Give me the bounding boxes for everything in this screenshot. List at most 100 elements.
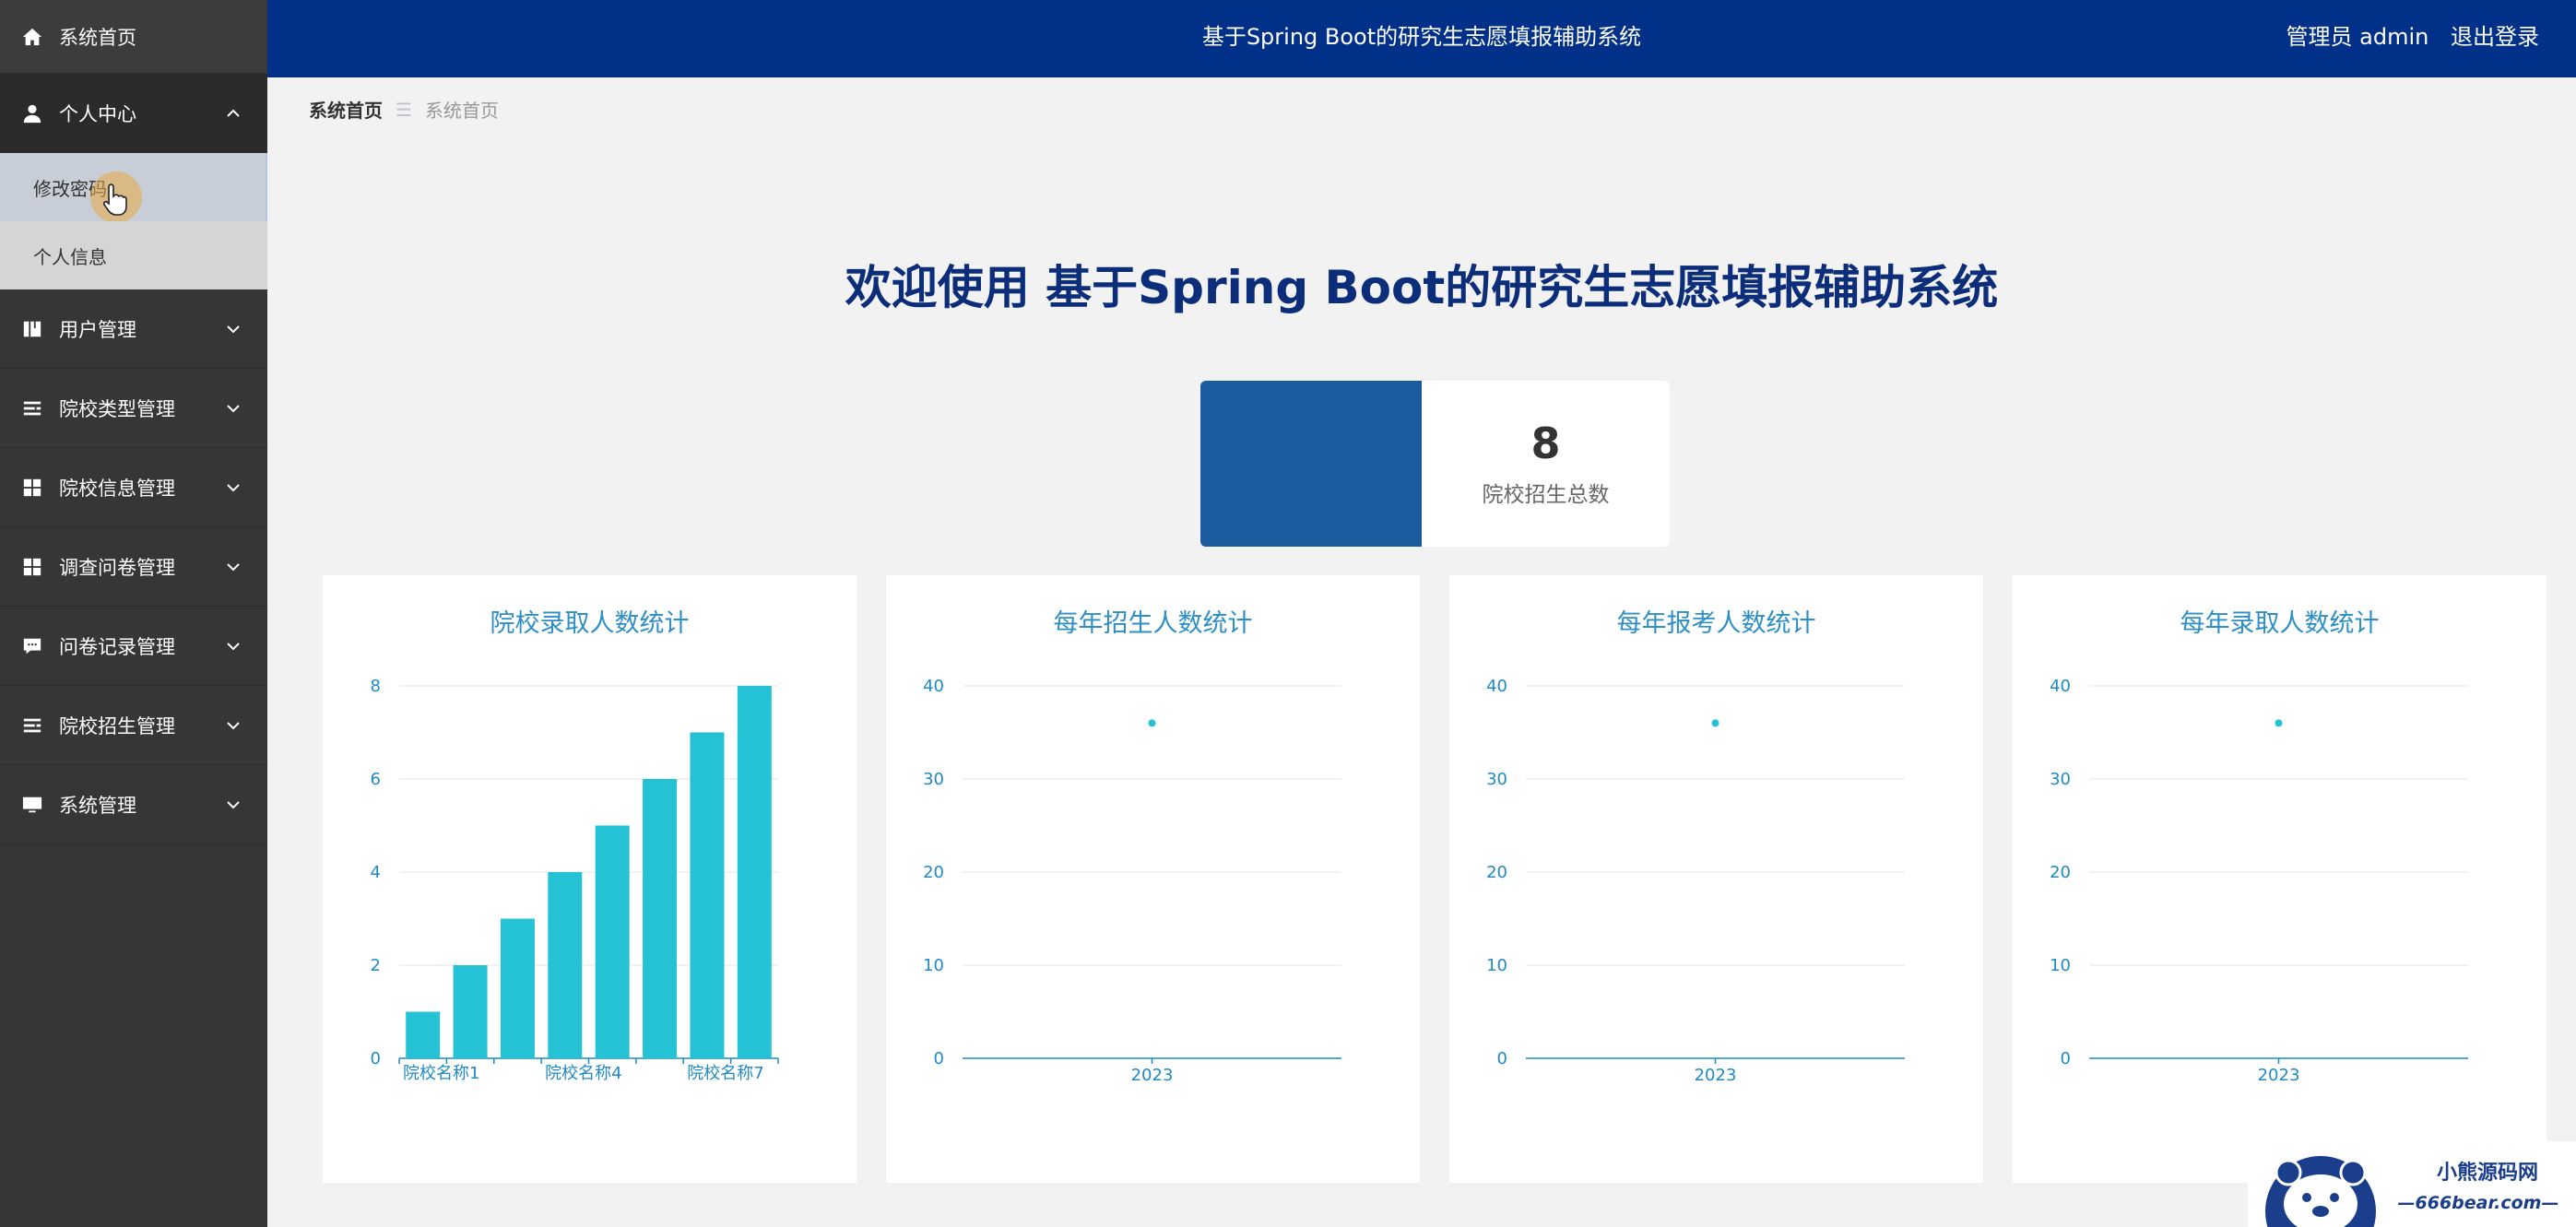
sidebar-item-admission-management[interactable]: 院校招生管理 [0, 686, 267, 765]
data-point [1711, 719, 1719, 727]
sidebar-item-system-management[interactable]: 系统管理 [0, 765, 267, 844]
welcome-heading: 欢迎使用 基于Spring Boot的研究生志愿填报辅助系统 [845, 261, 1999, 314]
watermark: 小熊源码网 —666bear.com— [2248, 1141, 2576, 1227]
chart-card-yearly-enrollment: 每年招生人数统计 0 10 20 30 40 2023 [886, 575, 1420, 1183]
chart-plot-0: 0 2 4 6 8 院校名称1 院校名称4 院校名称7 [371, 677, 779, 1083]
sidebar-item-label: 系统管理 [59, 794, 136, 817]
x-tick-label: 2023 [1131, 1066, 1174, 1085]
x-tick-label: 2023 [1695, 1066, 1737, 1085]
bar [500, 918, 535, 1058]
x-tick-label: 2023 [2258, 1066, 2300, 1085]
y-tick-label: 40 [923, 677, 944, 696]
stat-color-block [1200, 381, 1422, 547]
list-icon [23, 401, 41, 415]
sidebar-item-label: 系统首页 [59, 26, 136, 49]
list-icon [23, 718, 41, 732]
user-icon [23, 104, 41, 123]
chevron-down-icon [227, 642, 240, 650]
sidebar-item-label: 院校信息管理 [59, 477, 175, 500]
y-tick-label: 4 [371, 863, 381, 882]
stat-body: 8 院校招生总数 [1422, 381, 1670, 547]
chart-plot-3: 0 10 20 30 40 2023 [2050, 677, 2468, 1085]
hand-cursor-icon [103, 183, 127, 216]
x-tick-label: 院校名称7 [687, 1064, 763, 1083]
chevron-down-icon [227, 483, 240, 491]
y-tick-label: 10 [1486, 956, 1507, 975]
sidebar-item-school-info-management[interactable]: 院校信息管理 [0, 448, 267, 527]
breadcrumb: 系统首页 ☰ 系统首页 [309, 96, 499, 123]
chevron-down-icon [227, 404, 240, 412]
y-tick-label: 0 [2061, 1049, 2071, 1068]
sidebar-item-survey-record-management[interactable]: 问卷记录管理 [0, 607, 267, 686]
y-tick-label: 20 [1486, 863, 1507, 882]
y-tick-label: 20 [2050, 863, 2071, 882]
sidebar-item-label: 院校类型管理 [59, 397, 175, 420]
sidebar-item-label: 个人中心 [59, 102, 136, 125]
sidebar-subitem-change-password[interactable]: 修改密码 [0, 153, 267, 223]
watermark-title: 小熊源码网 [2436, 1162, 2538, 1185]
y-tick-label: 20 [923, 863, 944, 882]
sidebar-item-personal-center[interactable]: 个人中心 [0, 74, 267, 153]
stat-value: 8 [1530, 419, 1561, 468]
sidebar-item-user-management[interactable]: 用户管理 [0, 289, 267, 369]
chevron-up-icon [227, 109, 240, 117]
chart-plot-2: 0 10 20 30 40 2023 [1486, 677, 1905, 1085]
bar [406, 1011, 441, 1058]
grid-icon [23, 478, 41, 496]
sidebar-item-school-type-management[interactable]: 院校类型管理 [0, 369, 267, 448]
chevron-down-icon [227, 721, 240, 729]
monitor-icon [22, 796, 42, 812]
bar [453, 965, 488, 1058]
sidebar-item-survey-management[interactable]: 调查问卷管理 [0, 527, 267, 607]
y-tick-label: 10 [2050, 956, 2071, 975]
sidebar-subitem-personal-info[interactable]: 个人信息 [0, 221, 267, 289]
y-tick-label: 0 [1497, 1049, 1507, 1068]
chart-card-yearly-admitted: 每年录取人数统计 0 10 20 30 40 2023 [2013, 575, 2546, 1183]
y-tick-label: 0 [371, 1049, 381, 1068]
y-tick-label: 30 [923, 770, 944, 789]
home-icon [22, 28, 42, 45]
y-tick-label: 10 [923, 956, 944, 975]
data-point [1148, 719, 1156, 727]
x-tick-label: 院校名称1 [403, 1064, 479, 1083]
y-tick-label: 40 [2050, 677, 2071, 696]
user-area: 管理员 admin 退出登录 [2272, 0, 2539, 74]
y-tick-label: 0 [934, 1049, 944, 1068]
bar [737, 686, 772, 1058]
top-bar: 基于Spring Boot的研究生志愿填报辅助系统 管理员 admin 退出登录 [267, 0, 2576, 77]
sidebar: 系统首页 个人中心 修改密码 个人信息 用户管理 院校类型管理 院校信息管理 调… [0, 0, 267, 1227]
y-tick-label: 6 [371, 770, 381, 789]
breadcrumb-separator-icon: ☰ [396, 98, 412, 121]
bar [595, 825, 630, 1058]
sidebar-item-label: 调查问卷管理 [59, 556, 175, 579]
x-tick-label: 院校名称4 [545, 1064, 621, 1083]
app-title: 基于Spring Boot的研究生志愿填报辅助系统 [1201, 24, 1642, 50]
stat-label: 院校招生总数 [1482, 483, 1610, 507]
sidebar-item-label: 院校招生管理 [59, 714, 175, 737]
bar [690, 732, 725, 1058]
stat-card: 8 院校招生总数 [1200, 381, 1670, 547]
chat-icon [23, 638, 41, 654]
breadcrumb-current: 系统首页 [424, 100, 499, 122]
chevron-down-icon [227, 562, 240, 571]
bear-logo-icon [2265, 1156, 2376, 1227]
chart-plot-1: 0 10 20 30 40 2023 [923, 677, 1341, 1085]
y-tick-label: 40 [1486, 677, 1507, 696]
sidebar-item-home[interactable]: 系统首页 [0, 0, 267, 74]
book-icon [23, 321, 41, 336]
user-label: 管理员 admin [2286, 24, 2429, 50]
data-point [2275, 719, 2283, 727]
y-tick-label: 30 [1486, 770, 1507, 789]
logout-button[interactable]: 退出登录 [2451, 24, 2539, 50]
chevron-down-icon [227, 324, 240, 333]
breadcrumb-root[interactable]: 系统首页 [309, 96, 383, 123]
y-tick-label: 8 [371, 677, 381, 696]
y-tick-label: 2 [371, 956, 381, 975]
sidebar-subitem-label: 个人信息 [33, 245, 107, 268]
bar [548, 872, 583, 1058]
watermark-url: —666bear.com— [2397, 1193, 2559, 1213]
chevron-down-icon [227, 800, 240, 808]
grid-icon [23, 558, 41, 575]
sidebar-item-label: 用户管理 [59, 318, 136, 341]
chart-card-yearly-applicants: 每年报考人数统计 0 10 20 30 40 2023 [1449, 575, 1983, 1183]
